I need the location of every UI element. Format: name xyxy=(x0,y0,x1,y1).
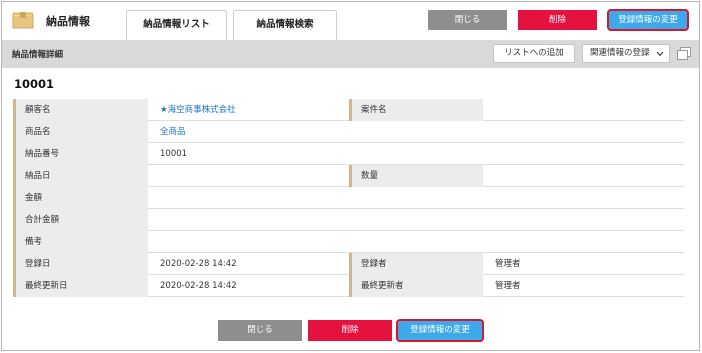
table-row: 登録日 2020-02-28 14:42 登録者 管理者 xyxy=(13,253,684,275)
table-row: 納品番号 10001 xyxy=(13,143,684,165)
window-frame: 納品情報 納品情報リスト 納品情報検索 閉じる 削除 登録情報の変更 納品情報詳… xyxy=(1,1,700,351)
header: 納品情報 納品情報リスト 納品情報検索 閉じる 削除 登録情報の変更 xyxy=(2,2,699,40)
footer-edit-registration-button[interactable]: 登録情報の変更 xyxy=(396,319,484,342)
footer-close-button[interactable]: 閉じる xyxy=(218,320,302,341)
duplicate-icon[interactable] xyxy=(676,46,692,62)
chevron-down-icon xyxy=(656,51,664,57)
app-title: 納品情報 xyxy=(46,15,90,28)
updated-date-label: 最終更新日 xyxy=(13,275,148,297)
delivery-date-value xyxy=(148,165,349,187)
delivery-number-value: 10001 xyxy=(148,143,684,165)
table-row: 備考 xyxy=(13,231,684,253)
quantity-label: 数量 xyxy=(349,165,483,187)
updated-date-value: 2020-02-28 14:42 xyxy=(148,275,349,297)
quantity-value xyxy=(483,165,684,187)
related-info-select[interactable]: 関連情報の登録 xyxy=(582,44,670,63)
footer-delete-button[interactable]: 削除 xyxy=(308,320,392,341)
amount-label: 金額 xyxy=(13,187,148,209)
tab-delivery-list[interactable]: 納品情報リスト xyxy=(126,10,227,40)
section-title: 納品情報詳細 xyxy=(12,50,64,60)
detail-header-bar: 納品情報詳細 リストへの追加 関連情報の登録 xyxy=(2,40,699,68)
project-value xyxy=(483,99,684,121)
edit-registration-button[interactable]: 登録情報の変更 xyxy=(607,9,689,31)
tab-delivery-search[interactable]: 納品情報検索 xyxy=(233,10,337,40)
customer-link[interactable]: ★海空商事株式会社 xyxy=(148,99,349,121)
notes-label: 備考 xyxy=(13,231,148,253)
record-number: 10001 xyxy=(14,77,55,91)
delivery-number-label: 納品番号 xyxy=(13,143,148,165)
total-amount-value xyxy=(148,209,684,231)
table-row: 最終更新日 2020-02-28 14:42 最終更新者 管理者 xyxy=(13,275,684,297)
table-row: 金額 xyxy=(13,187,684,209)
creator-value: 管理者 xyxy=(483,253,684,275)
updater-value: 管理者 xyxy=(483,275,684,297)
table-row: 合計金額 xyxy=(13,209,684,231)
updater-label: 最終更新者 xyxy=(349,275,483,297)
close-button[interactable]: 閉じる xyxy=(428,10,507,30)
related-select-label: 関連情報の登録 xyxy=(590,48,650,58)
amount-value xyxy=(148,187,684,209)
detail-table: 顧客名 ★海空商事株式会社 案件名 商品名 全商品 納品番号 10001 納品日… xyxy=(13,99,684,297)
box-icon xyxy=(12,12,34,29)
table-row: 納品日 数量 xyxy=(13,165,684,187)
created-date-label: 登録日 xyxy=(13,253,148,275)
product-link[interactable]: 全商品 xyxy=(148,121,684,143)
table-row: 商品名 全商品 xyxy=(13,121,684,143)
customer-label: 顧客名 xyxy=(13,99,148,121)
product-label: 商品名 xyxy=(13,121,148,143)
created-date-value: 2020-02-28 14:42 xyxy=(148,253,349,275)
delivery-date-label: 納品日 xyxy=(13,165,148,187)
creator-label: 登録者 xyxy=(349,253,483,275)
notes-value xyxy=(148,231,684,253)
add-to-list-button[interactable]: リストへの追加 xyxy=(493,44,575,63)
table-row: 顧客名 ★海空商事株式会社 案件名 xyxy=(13,99,684,121)
project-label: 案件名 xyxy=(349,99,483,121)
delete-button[interactable]: 削除 xyxy=(518,10,597,30)
total-amount-label: 合計金額 xyxy=(13,209,148,231)
